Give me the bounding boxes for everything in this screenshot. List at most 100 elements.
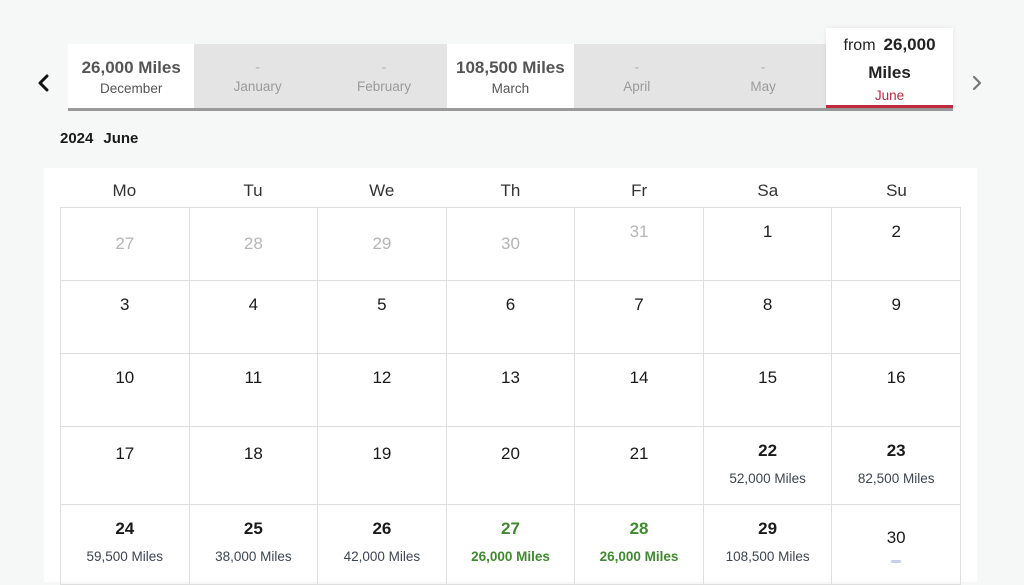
day-price: 42,000 Miles	[343, 549, 421, 564]
calendar-day-cell[interactable]: 14	[574, 353, 704, 427]
weekday-label: Tu	[243, 181, 263, 200]
calendar-day-cell[interactable]: 8	[702, 280, 833, 354]
calendar-week-row: 27 28 29 30 31 1 2	[60, 207, 961, 281]
calendar-day-cell[interactable]: 12	[317, 353, 447, 427]
month-price: -	[760, 58, 766, 76]
calendar-week-row: 10 11 12 13 14 15 16	[60, 353, 961, 427]
calendar-day-cell[interactable]: 24 59,500 Miles	[60, 504, 190, 585]
day-number: 16	[886, 368, 906, 387]
price-unit: Miles	[868, 63, 911, 82]
month-price: 26,000 Miles	[81, 57, 181, 77]
month-tab-march[interactable]: 108,500 Miles March	[447, 44, 574, 108]
day-number: 27	[115, 234, 135, 253]
day-number: 29	[372, 234, 392, 253]
calendar-day-cell[interactable]: 5	[317, 280, 447, 354]
calendar-day-cell[interactable]: 30	[831, 504, 961, 585]
calendar-day-cell[interactable]: 28 26,000 Miles	[574, 504, 704, 585]
month-price: 108,500 Miles	[456, 57, 565, 77]
month-tab-may[interactable]: - May	[699, 44, 827, 108]
day-number: 2	[891, 222, 901, 241]
calendar-day-cell[interactable]: 4	[188, 280, 319, 354]
month-name: April	[623, 78, 651, 94]
calendar-day-cell[interactable]: 16	[831, 353, 961, 427]
weekday-label: Fr	[631, 181, 648, 200]
calendar-day-cell: 28	[188, 207, 319, 281]
weekday-label: We	[369, 181, 395, 200]
day-price: 59,500 Miles	[86, 549, 164, 564]
month-tab-february[interactable]: - February	[320, 44, 448, 108]
calendar-day-cell[interactable]: 18	[188, 426, 319, 505]
calendar-day-cell[interactable]: 13	[445, 353, 576, 427]
month-selector: 26,000 Miles December - January - Februa…	[68, 28, 953, 111]
calendar-day-cell[interactable]: 2	[831, 207, 961, 281]
month-price: -	[634, 58, 640, 76]
calendar-year: 2024	[60, 130, 94, 147]
calendar-day-cell[interactable]: 15	[702, 353, 833, 427]
calendar-day-cell[interactable]: 17	[60, 426, 190, 505]
calendar-day-cell[interactable]: 23 82,500 Miles	[831, 426, 961, 505]
day-number: 10	[115, 368, 135, 387]
day-number: 6	[505, 295, 516, 314]
calendar-day-cell: 29	[317, 207, 447, 281]
month-name: January	[233, 78, 282, 94]
day-number: 18	[243, 444, 263, 463]
calendar-day-cell: 31	[574, 207, 704, 281]
calendar-day-cell[interactable]: 10	[60, 353, 190, 427]
day-number: 31	[629, 222, 649, 241]
calendar-day-cell[interactable]: 25 38,000 Miles	[188, 504, 319, 585]
calendar-month: June	[103, 130, 139, 147]
day-number: 15	[758, 368, 778, 387]
weekday-label: Th	[500, 181, 521, 200]
calendar-day-cell[interactable]: 9	[831, 280, 961, 354]
calendar-day-cell[interactable]: 7	[574, 280, 704, 354]
day-number: 3	[120, 295, 130, 314]
calendar-day-cell[interactable]: 3	[60, 280, 190, 354]
day-number: 30	[501, 234, 520, 253]
previous-month-button[interactable]	[29, 68, 59, 98]
day-number: 30	[886, 528, 906, 547]
calendar-day-cell[interactable]: 6	[445, 280, 576, 354]
chevron-left-icon	[38, 74, 49, 92]
month-tab-january[interactable]: - January	[194, 44, 321, 108]
day-number: 5	[377, 295, 387, 314]
calendar-day-cell[interactable]: 27 26,000 Miles	[445, 504, 576, 585]
month-name: March	[491, 80, 530, 96]
day-number: 28	[243, 234, 263, 253]
day-number: 11	[244, 368, 263, 387]
weekday-label: Su	[886, 181, 907, 200]
day-number: 29	[758, 519, 778, 538]
next-month-button[interactable]	[962, 68, 992, 98]
weekday-header: Mo Tu We Th Fr Sa Su	[60, 178, 961, 204]
calendar-day-cell[interactable]: 19	[317, 426, 447, 505]
day-number: 23	[886, 441, 906, 460]
day-number: 9	[891, 295, 901, 314]
day-number: 20	[501, 444, 520, 463]
day-number: 24	[115, 519, 135, 538]
calendar-day-cell[interactable]: 29 108,500 Miles	[702, 504, 833, 585]
day-number: 19	[372, 444, 392, 463]
chevron-right-icon	[972, 75, 982, 91]
day-number: 13	[501, 368, 520, 387]
calendar-day-cell[interactable]: 20	[445, 426, 576, 505]
day-number: 22	[758, 441, 778, 460]
calendar-day-cell[interactable]: 1	[702, 207, 833, 281]
calendar-week-row: 24 59,500 Miles 25 38,000 Miles 26 42,000 Mil…	[60, 504, 961, 585]
calendar-day-cell[interactable]: 22 52,000 Miles	[702, 426, 833, 505]
calendar-week-row: 17 18 19 20 21 22 52,000 Miles 23 82,500 Miles	[60, 426, 961, 505]
calendar-day-cell[interactable]: 11	[188, 353, 319, 427]
calendar-day-cell[interactable]: 26 42,000 Miles	[317, 504, 447, 585]
from-label: from	[843, 37, 876, 54]
day-price: 26,000 Miles	[471, 549, 550, 564]
month-tab-december[interactable]: 26,000 Miles December	[68, 44, 195, 108]
day-price: 52,000 Miles	[729, 471, 806, 486]
day-number: 1	[762, 222, 773, 241]
day-number: 21	[629, 444, 649, 463]
calendar-week-row: 3 4 5 6 7 8 9	[60, 280, 961, 354]
day-number: 28	[629, 519, 649, 538]
calendar-day-cell[interactable]: 21	[574, 426, 704, 505]
calendar-heading: 2024 June	[60, 130, 148, 147]
loading-indicator	[891, 560, 902, 563]
month-tab-june[interactable]: from 26,000 Miles June	[826, 28, 953, 108]
month-name: February	[356, 78, 411, 94]
month-tab-april[interactable]: - April	[573, 44, 700, 108]
